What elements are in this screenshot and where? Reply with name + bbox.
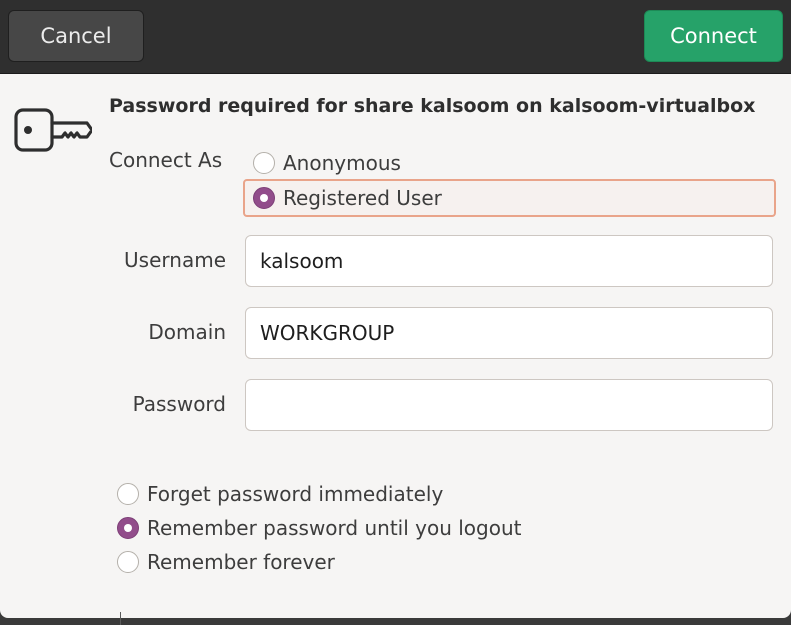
radio-forget-immediately-label: Forget password immediately: [147, 482, 444, 506]
radio-remember-until-logout[interactable]: Remember password until you logout: [117, 516, 521, 540]
radio-forget-immediately-indicator[interactable]: [117, 483, 139, 505]
connect-as-label: Connect As: [109, 148, 223, 172]
radio-registered-user[interactable]: Registered User: [253, 186, 442, 210]
domain-label: Domain: [148, 320, 226, 344]
password-dialog: Cancel Connect Password required for sha…: [0, 0, 791, 618]
radio-remember-forever[interactable]: Remember forever: [117, 550, 335, 574]
radio-remember-until-logout-indicator[interactable]: [117, 517, 139, 539]
radio-remember-until-logout-label: Remember password until you logout: [147, 516, 522, 540]
radio-remember-forever-label: Remember forever: [147, 550, 335, 574]
header-bar: Cancel Connect: [0, 0, 791, 74]
key-icon: [14, 108, 92, 152]
radio-anonymous-label: Anonymous: [283, 151, 401, 175]
radio-forget-immediately[interactable]: Forget password immediately: [117, 482, 443, 506]
radio-anonymous[interactable]: Anonymous: [253, 151, 401, 175]
username-input[interactable]: [245, 235, 773, 287]
radio-registered-user-label: Registered User: [283, 186, 442, 210]
password-input[interactable]: [245, 379, 773, 431]
dialog-title: Password required for share kalsoom on k…: [109, 95, 756, 117]
background-divider: [120, 612, 121, 625]
radio-registered-user-indicator[interactable]: [253, 187, 275, 209]
radio-anonymous-indicator[interactable]: [253, 152, 275, 174]
radio-remember-forever-indicator[interactable]: [117, 551, 139, 573]
password-label: Password: [132, 392, 226, 416]
cancel-button[interactable]: Cancel: [8, 10, 144, 62]
connect-button[interactable]: Connect: [644, 10, 783, 62]
username-label: Username: [124, 248, 226, 272]
domain-input[interactable]: [245, 307, 773, 359]
